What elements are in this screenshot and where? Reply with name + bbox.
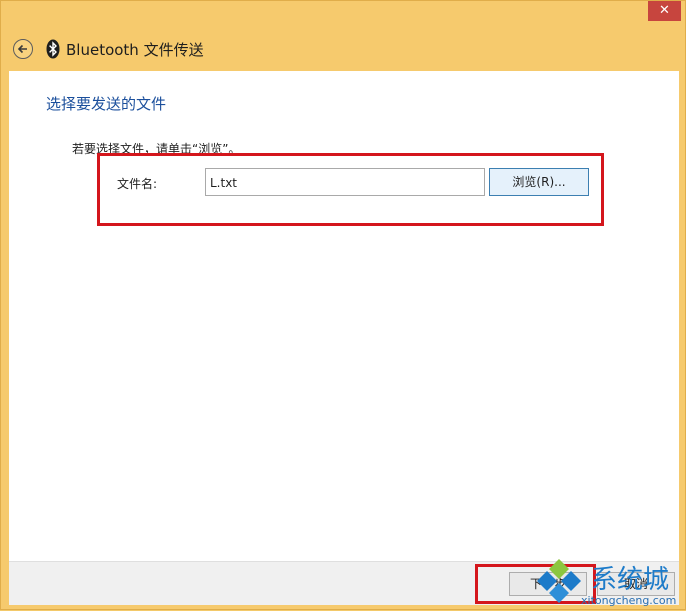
window-title: Bluetooth 文件传送 [66, 41, 204, 59]
content-panel: 选择要发送的文件 若要选择文件，请单击“浏览”。 文件名: 浏览(R)... [9, 71, 679, 561]
close-button[interactable]: ✕ [648, 1, 681, 21]
watermark-text: 系统城 [591, 565, 670, 595]
bluetooth-icon [46, 39, 60, 59]
watermark-url: xitongcheng.com [581, 594, 677, 607]
back-button[interactable] [13, 39, 33, 59]
page-heading: 选择要发送的文件 [46, 95, 167, 113]
close-icon: ✕ [659, 3, 670, 18]
back-arrow-icon [17, 44, 27, 54]
watermark: 系统城 xitongcheng.com [529, 557, 685, 611]
dialog-window: ✕ Bluetooth 文件传送 选择要发送的文件 若要选择文件，请单击“浏览”… [0, 0, 686, 610]
watermark-logo-icon [537, 559, 581, 603]
highlight-box-filename [97, 153, 604, 226]
